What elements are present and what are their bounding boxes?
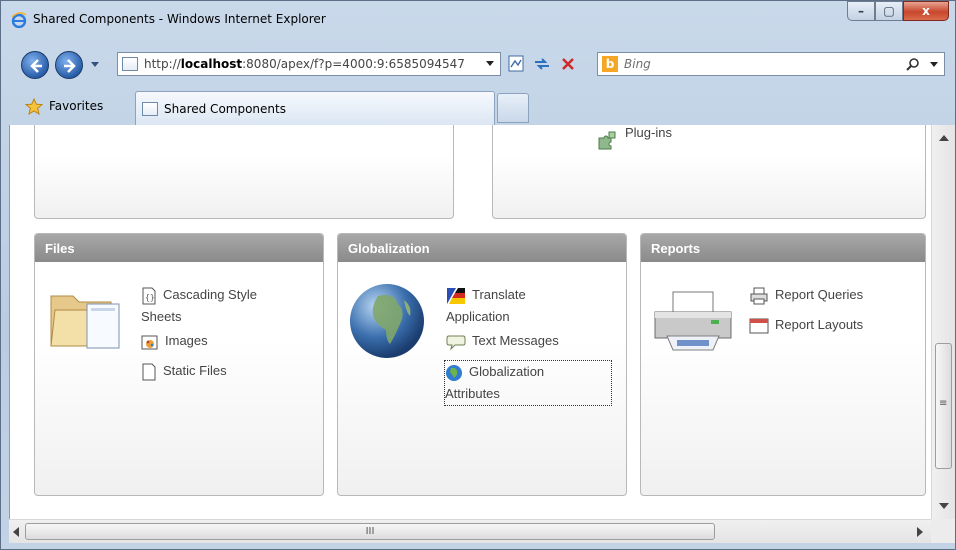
search-input[interactable]: Bing — [624, 57, 651, 71]
static-files-link[interactable]: Static Files — [141, 360, 227, 382]
translate-application-link[interactable]: Translate Application — [446, 284, 526, 328]
tab-label: Shared Components — [164, 102, 286, 116]
page-content: Plug-ins Files {} Cascading Style Sheets I… — [9, 125, 931, 519]
globe-small-icon — [446, 364, 462, 381]
search-box[interactable]: b Bing — [597, 52, 945, 76]
scroll-up-icon[interactable] — [939, 135, 949, 141]
address-bar[interactable]: http://localhost:8080/apex/f?p=4000:9:65… — [117, 52, 501, 76]
region-reports: Reports Report Queries Report Layouts — [640, 233, 926, 496]
stop-icon[interactable] — [557, 54, 579, 74]
close-icon: x — [922, 4, 930, 18]
scroll-left-icon[interactable] — [13, 527, 19, 537]
globalization-attributes-link[interactable]: Globalization Attributes — [444, 360, 612, 406]
scrollbar-corner — [931, 519, 955, 543]
favorites-label: Favorites — [49, 99, 104, 113]
back-button[interactable] — [21, 51, 49, 79]
search-dropdown-icon[interactable] — [930, 62, 938, 67]
globe-icon — [350, 284, 424, 358]
maximize-icon: ▢ — [883, 4, 895, 18]
horizontal-scrollbar[interactable]: III — [9, 519, 931, 543]
title-bar: Shared Components - Windows Internet Exp… — [1, 1, 955, 37]
plug-ins-link[interactable]: Plug-ins — [597, 125, 672, 150]
vertical-scroll-thumb[interactable]: ≡ — [935, 343, 952, 469]
window-title: Shared Components - Windows Internet Exp… — [33, 12, 326, 26]
minimize-button[interactable]: – — [847, 1, 875, 21]
scroll-down-icon[interactable] — [939, 503, 949, 509]
grip-icon: ≡ — [939, 398, 948, 409]
bing-logo-icon: b — [602, 56, 618, 72]
horizontal-scroll-thumb[interactable]: III — [25, 523, 715, 540]
search-icon[interactable] — [906, 57, 920, 71]
window-controls: – ▢ x — [847, 1, 949, 23]
forward-arrow-icon — [64, 59, 76, 73]
images-link[interactable]: Images — [141, 330, 208, 352]
report-layouts-link[interactable]: Report Layouts — [749, 314, 863, 336]
region-files: Files {} Cascading Style Sheets Images Sta… — [34, 233, 324, 496]
internet-explorer-icon — [11, 12, 27, 28]
tab-shared-components[interactable]: Shared Components — [135, 91, 495, 125]
svg-text:{}: {} — [145, 293, 155, 302]
refresh-icon[interactable] — [531, 54, 553, 74]
translate-flag-icon — [447, 287, 465, 304]
printer-small-icon — [750, 287, 768, 305]
region-title: Reports — [641, 234, 925, 262]
url-text[interactable]: http://localhost:8080/apex/f?p=4000:9:65… — [144, 57, 480, 71]
minimize-icon: – — [858, 4, 864, 18]
close-button[interactable]: x — [903, 1, 949, 21]
back-arrow-icon — [30, 59, 42, 73]
favorites-bar: Favorites Shared Components — [1, 91, 955, 125]
text-messages-link[interactable]: Text Messages — [446, 330, 559, 352]
region-globalization: Globalization Translate Application Text … — [337, 233, 627, 496]
file-icon — [142, 363, 156, 381]
puzzle-icon — [598, 131, 616, 150]
layout-icon — [749, 318, 769, 334]
region-top-right: Plug-ins — [492, 125, 926, 219]
folder-icon — [50, 295, 120, 349]
grip-icon: III — [365, 526, 375, 537]
recent-pages-dropdown-icon[interactable] — [90, 61, 100, 69]
star-icon — [25, 97, 43, 115]
region-top-left — [34, 125, 454, 219]
new-tab-button[interactable] — [497, 93, 529, 123]
report-queries-link[interactable]: Report Queries — [749, 284, 863, 306]
navigation-bar: http://localhost:8080/apex/f?p=4000:9:65… — [1, 37, 955, 91]
browser-window: Shared Components - Windows Internet Exp… — [0, 0, 956, 550]
speech-bubble-icon — [446, 335, 466, 351]
region-title: Globalization — [338, 234, 626, 262]
vertical-scrollbar[interactable]: ≡ — [931, 125, 955, 519]
printer-icon — [654, 291, 732, 351]
css-file-icon: {} — [142, 287, 156, 305]
forward-button[interactable] — [55, 51, 83, 79]
maximize-button[interactable]: ▢ — [875, 1, 903, 21]
page-icon — [142, 102, 158, 116]
cascading-style-sheets-link[interactable]: {} Cascading Style Sheets — [141, 284, 257, 328]
compatibility-view-icon[interactable] — [506, 54, 528, 74]
page-icon — [122, 57, 138, 71]
favorites-button[interactable]: Favorites — [25, 94, 103, 118]
scroll-right-icon[interactable] — [917, 527, 923, 537]
image-icon — [141, 335, 158, 350]
region-title: Files — [35, 234, 323, 262]
address-dropdown-icon[interactable] — [486, 61, 494, 66]
